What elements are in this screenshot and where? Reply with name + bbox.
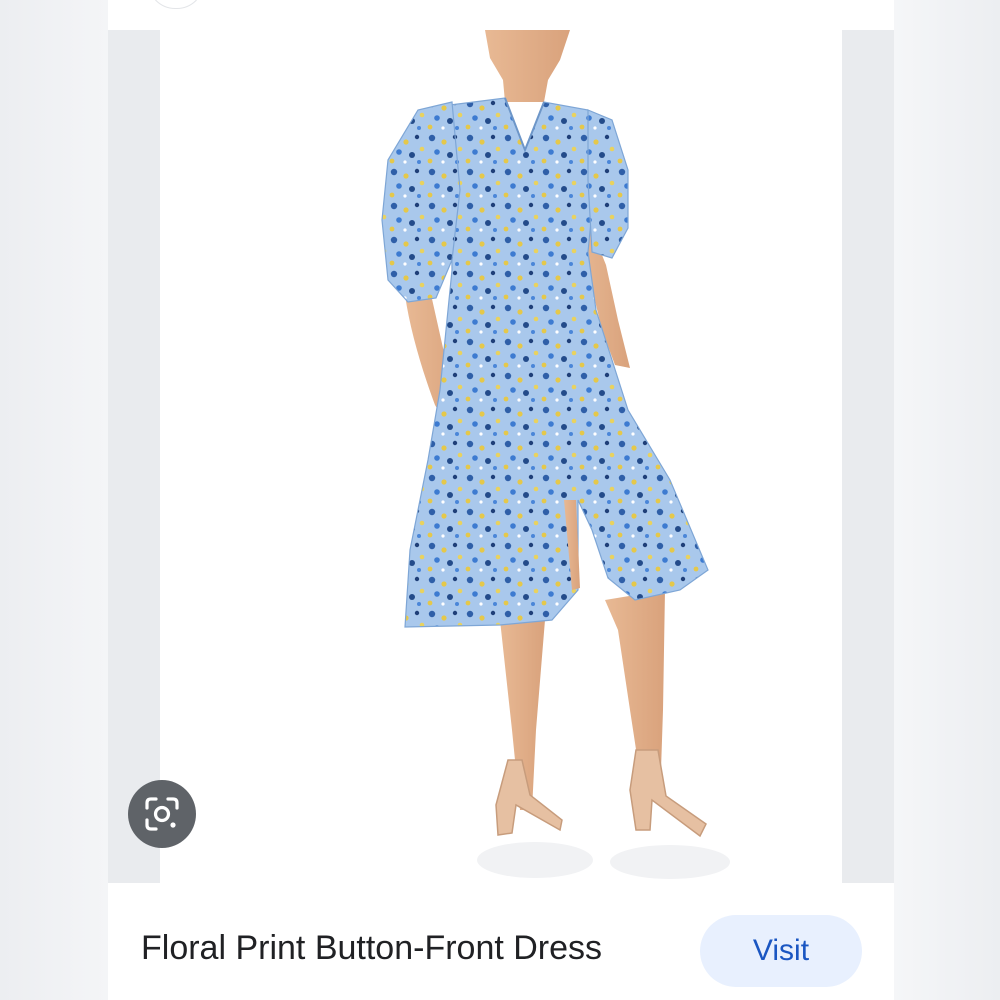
background-right xyxy=(894,0,1000,1000)
product-title[interactable]: Floral Print Button-Front Dress xyxy=(141,929,602,968)
product-image[interactable] xyxy=(160,30,842,883)
lens-button[interactable] xyxy=(128,780,196,848)
google-lens-icon xyxy=(145,797,179,831)
image-frame[interactable] xyxy=(108,30,894,883)
visit-button[interactable]: Visit xyxy=(700,915,862,987)
result-footer: Floral Print Button-Front Dress Visit xyxy=(108,883,894,1000)
background-left xyxy=(0,0,108,1000)
image-viewport xyxy=(160,30,842,883)
